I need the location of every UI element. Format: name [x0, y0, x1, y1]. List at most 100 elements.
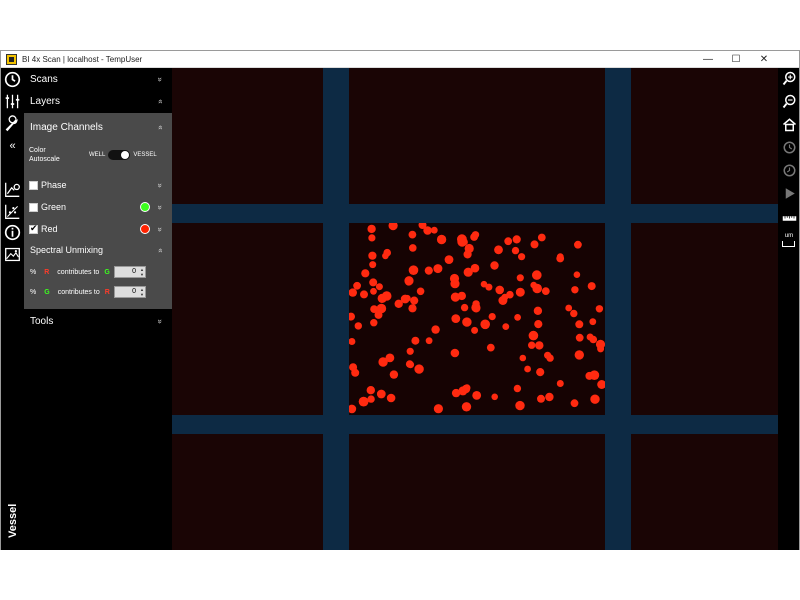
cell-dot	[366, 386, 375, 395]
cell-dot	[463, 250, 472, 259]
percent-label: %	[30, 288, 37, 296]
minimize-button[interactable]: —	[695, 51, 721, 68]
stepper-arrows-icon[interactable]: ▲ ▼	[140, 287, 144, 297]
cell-dot	[383, 248, 391, 257]
collapse-icon[interactable]: «	[3, 136, 22, 155]
chevron-down-icon: »	[155, 182, 165, 188]
cell-dot	[491, 393, 498, 401]
client-area: « Vessel Scans » Layers » Image Channels…	[1, 68, 799, 550]
channel-row-phase[interactable]: Phase »	[24, 175, 172, 195]
well-tile[interactable]	[172, 223, 323, 415]
cell-dot	[532, 270, 542, 280]
channel-row-red[interactable]: Red »	[24, 219, 172, 239]
chevron-down-icon: »	[155, 318, 165, 324]
info-icon[interactable]	[3, 223, 22, 242]
unmixing-r-to-g-stepper[interactable]: 0 ▲ ▼	[114, 266, 146, 278]
chevron-down-icon: »	[155, 226, 165, 232]
cell-dot	[411, 336, 420, 345]
well-tile[interactable]	[631, 68, 778, 204]
cell-dot	[544, 351, 552, 359]
cell-dot	[457, 234, 467, 245]
spectral-unmixing-header[interactable]: Spectral Unmixing »	[24, 240, 172, 260]
window-title: BI 4x Scan | localhost - TempUser	[22, 54, 143, 64]
stepper-arrows-icon[interactable]: ▲ ▼	[140, 267, 144, 277]
sidebar-item-tools[interactable]: Tools »	[24, 310, 172, 332]
cell-dot	[404, 277, 413, 286]
scatter-icon[interactable]	[3, 202, 22, 221]
well-tile[interactable]	[631, 223, 778, 415]
cell-dot	[451, 314, 461, 323]
cell-dot	[354, 322, 362, 330]
app-logo-icon	[6, 53, 17, 65]
red-checkbox[interactable]	[29, 223, 38, 234]
scan-viewport[interactable]	[172, 68, 778, 550]
color-autoscale-row: Color Autoscale WELL VESSEL	[24, 143, 172, 167]
cell-dot	[388, 223, 398, 231]
cell-dot	[587, 282, 596, 291]
well-tile[interactable]	[349, 434, 605, 550]
well-tile[interactable]	[172, 434, 323, 550]
tools-label: Tools	[30, 315, 54, 327]
page: BI 4x Scan | localhost - TempUser — ☐ ✕ …	[0, 0, 800, 600]
well-tile[interactable]	[631, 434, 778, 550]
green-color-swatch[interactable]	[140, 202, 150, 212]
cell-dot	[524, 365, 531, 373]
cell-dot	[511, 246, 520, 255]
graph-settings-icon[interactable]	[3, 180, 22, 199]
unmixing-row-r-to-g: % R contributes to G 0 ▲ ▼	[24, 263, 172, 281]
cell-dot	[586, 333, 594, 341]
cell-dot	[556, 254, 565, 263]
cell-dot	[541, 287, 550, 295]
red-color-swatch[interactable]	[140, 224, 150, 234]
well-tile[interactable]	[349, 68, 605, 204]
cell-dot	[405, 360, 414, 368]
cell-dot	[375, 283, 383, 291]
cell-dot	[571, 286, 579, 294]
history-forward-icon[interactable]	[781, 139, 797, 155]
image-icon[interactable]	[3, 245, 22, 264]
sidebar-item-layers[interactable]: Layers »	[24, 90, 172, 112]
autoscale-toggle[interactable]	[108, 150, 131, 160]
title-bar[interactable]: BI 4x Scan | localhost - TempUser — ☐ ✕	[1, 51, 799, 68]
chevron-down-icon: »	[155, 76, 165, 82]
cell-dot	[386, 393, 396, 403]
cell-dot	[528, 341, 536, 349]
cell-dot	[361, 269, 370, 278]
cell-dot	[450, 292, 460, 302]
cell-dot	[367, 224, 376, 234]
cell-dot	[590, 394, 600, 404]
green-checkbox[interactable]	[29, 202, 38, 212]
cell-dot	[444, 255, 454, 264]
cell-dot	[537, 233, 546, 242]
cell-dot	[409, 244, 417, 252]
home-icon[interactable]	[781, 116, 797, 132]
well-tile[interactable]	[172, 68, 323, 204]
zoom-out-icon[interactable]	[781, 93, 797, 109]
unmixing-g-to-r-stepper[interactable]: 0 ▲ ▼	[114, 286, 146, 298]
phase-checkbox[interactable]	[29, 180, 38, 190]
cell-dot	[519, 354, 527, 362]
scans-label: Scans	[30, 73, 58, 85]
cell-dot	[573, 271, 581, 278]
chevron-up-icon: »	[155, 124, 165, 130]
zoom-in-icon[interactable]	[781, 70, 797, 86]
sidebar-panel: Scans » Layers » Image Channels » Color …	[24, 68, 172, 550]
maximize-button[interactable]: ☐	[723, 51, 749, 68]
ruler-icon[interactable]	[781, 210, 797, 226]
cell-dot	[349, 312, 355, 321]
active-well-tile[interactable]	[349, 223, 605, 415]
sliders-icon[interactable]	[3, 92, 22, 111]
wrench-icon[interactable]	[3, 114, 22, 133]
cell-dot	[378, 357, 388, 367]
cell-dot	[595, 305, 604, 313]
clock-icon[interactable]	[3, 70, 22, 89]
channel-row-green[interactable]: Green »	[24, 197, 172, 217]
history-back-icon[interactable]	[781, 162, 797, 178]
play-icon[interactable]	[781, 185, 797, 201]
stepper-value: 0	[132, 288, 136, 295]
close-button[interactable]: ✕	[751, 51, 777, 68]
cell-dot	[530, 240, 539, 249]
cell-dot	[433, 264, 443, 274]
image-channels-header[interactable]: Image Channels »	[24, 117, 172, 137]
sidebar-item-scans[interactable]: Scans »	[24, 68, 172, 90]
